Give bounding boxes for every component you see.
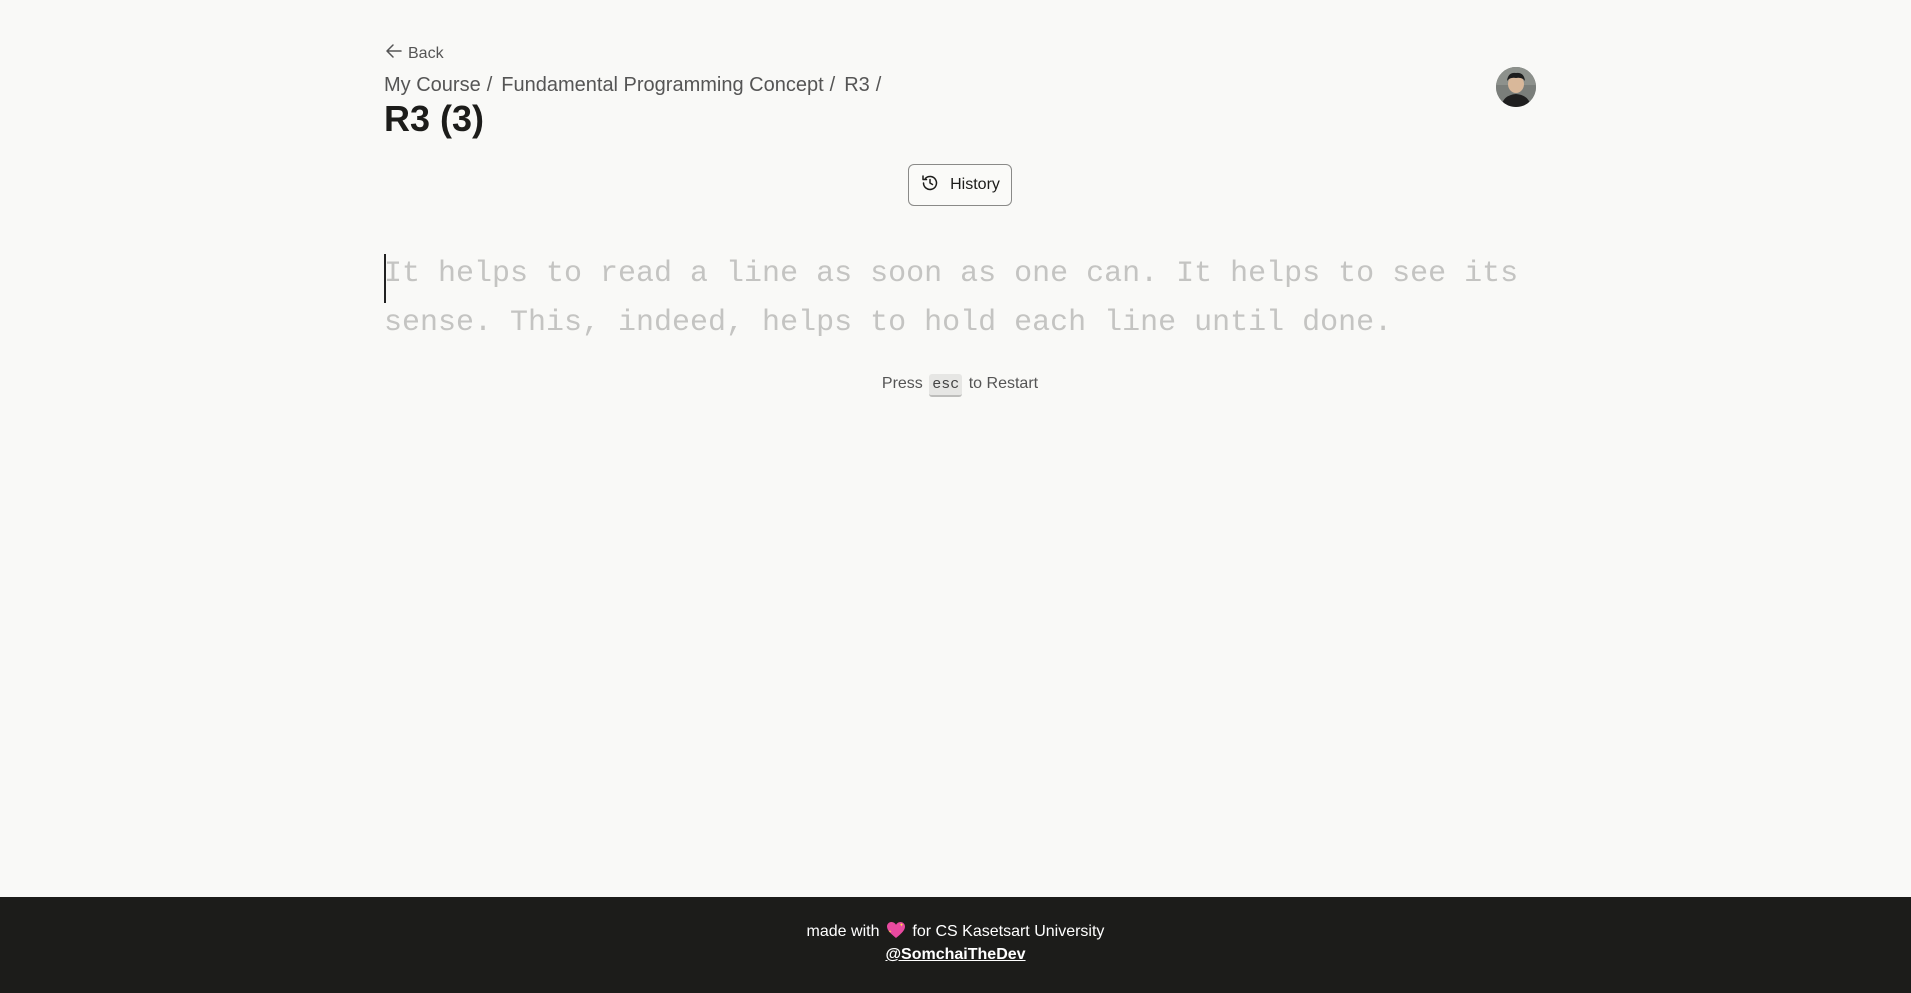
history-label: History (950, 176, 1000, 193)
breadcrumb-item-my-course[interactable]: My Course (384, 74, 481, 97)
arrow-left-icon (384, 41, 404, 66)
back-link[interactable]: Back (384, 41, 444, 66)
page-root: Back My Course / Fundamental Programming… (0, 0, 1911, 993)
footer-for-text: for CS Kasetsart University (912, 923, 1105, 940)
breadcrumb: My Course / Fundamental Programming Conc… (384, 74, 890, 97)
typing-text: It helps to read a line as soon as one c… (384, 257, 1519, 340)
breadcrumb-separator: / (829, 74, 836, 96)
back-label: Back (408, 44, 444, 62)
sparkling-heart-icon (886, 921, 906, 939)
footer: made with for CS Kasetsart University @S… (0, 897, 1911, 993)
breadcrumb-separator: / (875, 74, 882, 96)
text-caret (384, 254, 386, 303)
restart-hint: Press esc to Restart (384, 374, 1536, 397)
history-icon (920, 173, 940, 198)
typing-area[interactable]: It helps to read a line as soon as one c… (384, 250, 1536, 348)
hint-prefix: Press (881, 375, 923, 392)
hint-suffix: to Restart (968, 375, 1039, 392)
user-avatar[interactable] (1496, 67, 1536, 107)
breadcrumb-item-course[interactable]: Fundamental Programming Concept (501, 74, 823, 97)
footer-credit: made with for CS Kasetsart University (0, 921, 1911, 941)
footer-author-link[interactable]: @SomchaiTheDev (0, 946, 1911, 964)
footer-made-with: made with (806, 923, 880, 940)
breadcrumb-item-lesson[interactable]: R3 (844, 74, 870, 97)
history-button[interactable]: History (908, 164, 1012, 206)
page-title: R3 (3) (384, 98, 485, 139)
esc-key: esc (929, 374, 963, 397)
breadcrumb-separator: / (486, 74, 493, 96)
